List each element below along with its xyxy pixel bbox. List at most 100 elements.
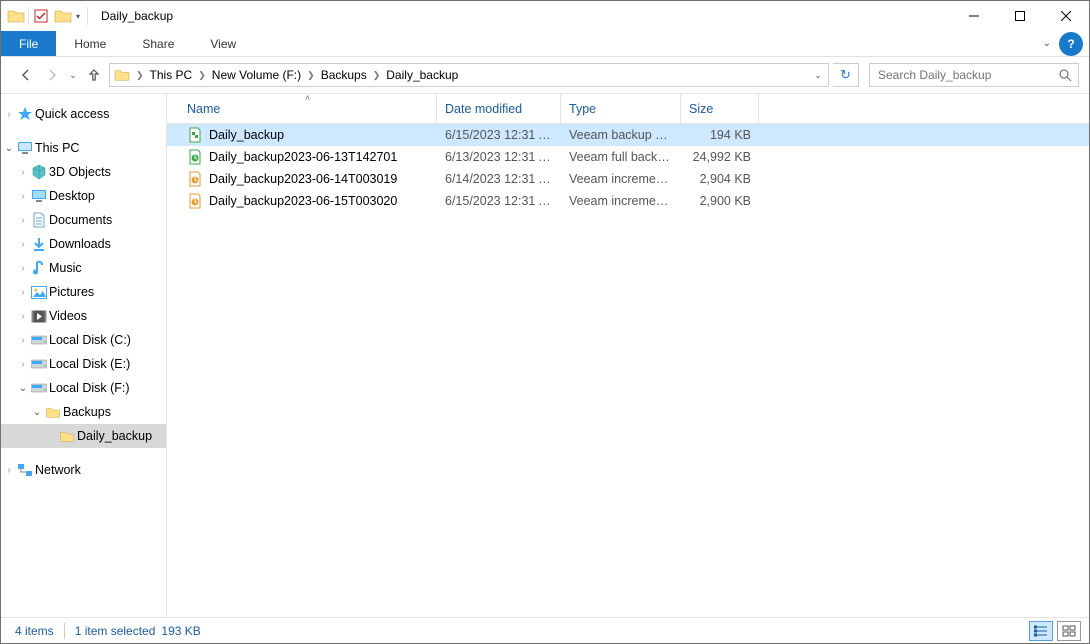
desktop-icon: [29, 189, 49, 203]
nav-forward-button[interactable]: [41, 63, 63, 87]
status-selection: 1 item selected: [75, 624, 156, 638]
nav-up-button[interactable]: [83, 63, 105, 87]
address-bar[interactable]: ❯ This PC ❯ New Volume (F:) ❯ Backups ❯ …: [109, 63, 829, 87]
breadcrumb-daily[interactable]: Daily_backup: [382, 68, 462, 82]
nav-label: 3D Objects: [49, 165, 111, 179]
network-icon: [15, 463, 35, 477]
nav-backups[interactable]: ⌄ Backups: [1, 400, 166, 424]
cube-icon: [29, 164, 49, 180]
nav-label: Music: [49, 261, 82, 275]
file-name: Daily_backup: [209, 128, 284, 142]
titlebar: ▾ Daily_backup: [1, 1, 1089, 31]
doc-icon: [29, 212, 49, 228]
address-folder-icon: [110, 68, 134, 82]
tab-view[interactable]: View: [192, 31, 254, 56]
sort-ascending-icon: ˄: [305, 93, 310, 103]
ribbon: File Home Share View ⌄ ?: [1, 31, 1089, 57]
qat-newfolder-icon[interactable]: [54, 8, 72, 24]
search-input[interactable]: [876, 67, 1058, 83]
nav-label: Downloads: [49, 237, 111, 251]
file-icon: [187, 193, 203, 209]
file-name: Daily_backup2023-06-14T003019: [209, 172, 397, 186]
chevron-right-icon[interactable]: ❯: [305, 70, 317, 81]
pic-icon: [29, 286, 49, 299]
close-button[interactable]: [1043, 1, 1089, 31]
maximize-button[interactable]: [997, 1, 1043, 31]
file-type: Veeam increment...: [561, 194, 681, 208]
nav-item-pictures[interactable]: ›Pictures: [1, 280, 166, 304]
file-list: Daily_backup 6/15/2023 12:31 AM Veeam back…: [167, 124, 1089, 212]
nav-label: This PC: [35, 141, 79, 155]
file-name: Daily_backup2023-06-15T003020: [209, 194, 397, 208]
nav-item-desktop[interactable]: ›Desktop: [1, 184, 166, 208]
file-row[interactable]: Daily_backup2023-06-14T003019 6/14/2023 1…: [167, 168, 1089, 190]
breadcrumb-volume[interactable]: New Volume (F:): [208, 68, 305, 82]
search-box[interactable]: [869, 63, 1079, 87]
nav-recent-dropdown[interactable]: ⌄: [67, 63, 79, 87]
nav-item-documents[interactable]: ›Documents: [1, 208, 166, 232]
file-tab[interactable]: File: [1, 31, 56, 56]
file-row[interactable]: Daily_backup2023-06-13T1427016/13/2023 1…: [167, 146, 1089, 168]
help-icon[interactable]: ?: [1059, 32, 1083, 56]
folder-icon: [57, 430, 77, 443]
down-icon: [29, 236, 49, 252]
column-size[interactable]: Size: [681, 94, 759, 123]
column-date[interactable]: Date modified: [437, 94, 561, 123]
chevron-right-icon[interactable]: ❯: [134, 70, 146, 81]
chevron-right-icon[interactable]: ❯: [371, 70, 383, 81]
column-type[interactable]: Type: [561, 94, 681, 123]
nav-item-local-disk-c-[interactable]: ›Local Disk (C:): [1, 328, 166, 352]
tab-share[interactable]: Share: [124, 31, 192, 56]
address-history-dropdown[interactable]: ⌄: [808, 70, 828, 81]
file-icon: [187, 149, 203, 165]
nav-back-button[interactable]: [15, 63, 37, 87]
nav-quick-access[interactable]: › Quick access: [1, 102, 166, 126]
breadcrumb-backups[interactable]: Backups: [317, 68, 371, 82]
file-size: 24,992 KB: [681, 150, 759, 164]
file-type: Veeam backup ch...: [561, 128, 681, 142]
file-date: 6/15/2023 12:31 AM: [437, 194, 561, 208]
nav-label: Local Disk (E:): [49, 357, 130, 371]
chevron-right-icon[interactable]: ❯: [196, 70, 208, 81]
file-icon: [187, 171, 203, 187]
view-details-button[interactable]: [1029, 621, 1053, 641]
tab-home[interactable]: Home: [56, 31, 124, 56]
file-icon: [187, 127, 203, 143]
nav-item-local-disk-e-[interactable]: ›Local Disk (E:): [1, 352, 166, 376]
minimize-button[interactable]: [951, 1, 997, 31]
nav-label: Videos: [49, 309, 87, 323]
body: › Quick access ⌄ This PC ›3D Objects›Des…: [1, 93, 1089, 617]
nav-daily-backup[interactable]: Daily_backup: [1, 424, 166, 448]
nav-item-downloads[interactable]: ›Downloads: [1, 232, 166, 256]
breadcrumb-this-pc[interactable]: This PC: [146, 68, 197, 82]
file-row[interactable]: Daily_backup2023-06-15T003020 6/15/2023 1…: [167, 190, 1089, 212]
nav-label: Desktop: [49, 189, 95, 203]
file-type: Veeam full backup...: [561, 150, 681, 164]
qat-customize-icon[interactable]: ▾: [72, 12, 84, 21]
disk-icon: [29, 334, 49, 346]
nav-local-disk-f[interactable]: ⌄ Local Disk (F:): [1, 376, 166, 400]
qat-properties-icon[interactable]: [32, 7, 50, 25]
nav-item-music[interactable]: ›Music: [1, 256, 166, 280]
search-icon[interactable]: [1058, 68, 1072, 82]
file-size: 2,904 KB: [681, 172, 759, 186]
column-name[interactable]: Name˄: [179, 94, 437, 123]
view-large-button[interactable]: [1057, 621, 1081, 641]
music-icon: [29, 260, 49, 276]
nav-item-3d-objects[interactable]: ›3D Objects: [1, 160, 166, 184]
nav-label: Local Disk (F:): [49, 381, 130, 395]
disk-icon: [29, 382, 49, 394]
file-date: 6/14/2023 12:31 AM: [437, 172, 561, 186]
navigation-pane: › Quick access ⌄ This PC ›3D Objects›Des…: [1, 94, 167, 617]
explorer-window: ▾ Daily_backup File Home Share View ⌄ ? …: [0, 0, 1090, 644]
nav-label: Quick access: [35, 107, 109, 121]
ribbon-expand-icon[interactable]: ⌄: [1035, 31, 1059, 56]
refresh-button[interactable]: ↻: [833, 63, 859, 87]
nav-item-videos[interactable]: ›Videos: [1, 304, 166, 328]
file-row[interactable]: Daily_backup6/15/2023 12:31 AMVeeam back…: [167, 124, 1089, 146]
window-title: Daily_backup: [91, 9, 173, 23]
nav-network[interactable]: › Network: [1, 458, 166, 482]
file-size: 194 KB: [681, 128, 759, 142]
disk-icon: [29, 358, 49, 370]
nav-this-pc[interactable]: ⌄ This PC: [1, 136, 166, 160]
